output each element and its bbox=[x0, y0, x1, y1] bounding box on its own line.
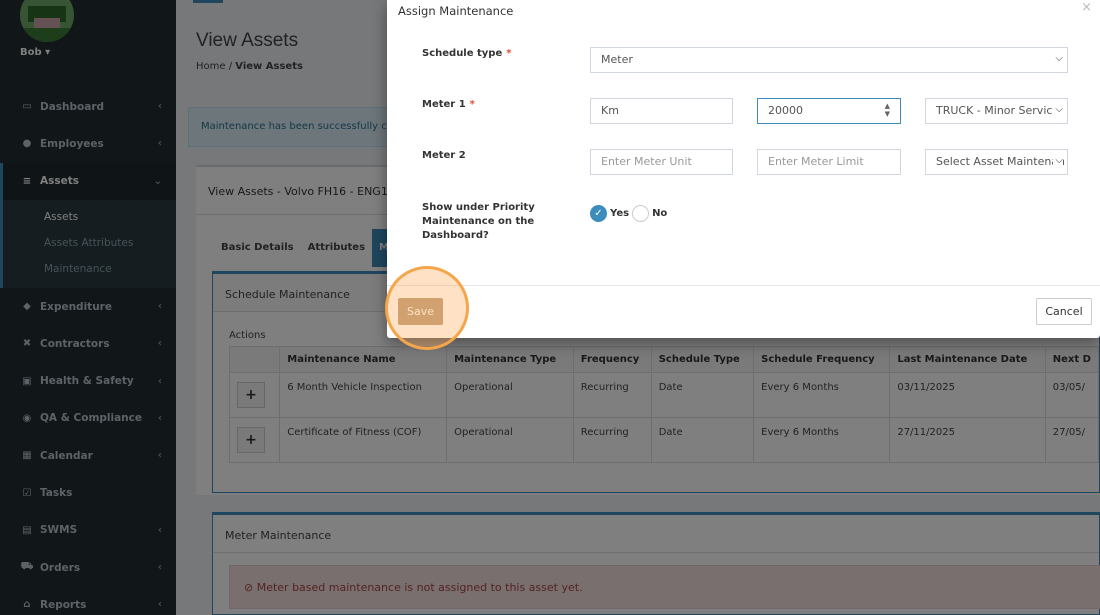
radio-no-label[interactable]: No bbox=[652, 208, 667, 219]
radio-yes[interactable]: ✓ bbox=[590, 205, 607, 222]
meter1-maintenance-select[interactable]: TRUCK - Minor Service ⌵ bbox=[925, 98, 1068, 124]
cancel-button[interactable]: Cancel bbox=[1036, 298, 1092, 325]
meter1-unit-input[interactable]: Km bbox=[590, 98, 733, 124]
spinner-icon[interactable]: ▲ ▼ bbox=[885, 102, 890, 118]
close-icon[interactable]: × bbox=[1081, 0, 1092, 15]
modal-title: Assign Maintenance bbox=[398, 4, 514, 18]
schedule-type-label: Schedule type * bbox=[422, 48, 512, 59]
priority-label: Show under Priority Maintenance on the D… bbox=[422, 202, 535, 241]
schedule-type-select[interactable]: Meter ⌵ bbox=[590, 47, 1068, 73]
radio-yes-label[interactable]: Yes bbox=[610, 208, 629, 219]
meter1-label: Meter 1 * bbox=[422, 99, 475, 110]
required-mark: * bbox=[469, 99, 475, 110]
priority-radio-group: ✓ Yes No bbox=[590, 205, 667, 222]
modal-footer-divider bbox=[387, 285, 1100, 286]
radio-no[interactable] bbox=[632, 205, 650, 222]
chevron-down-icon: ⌵ bbox=[1053, 53, 1063, 64]
meter2-unit-input[interactable]: Enter Meter Unit bbox=[590, 149, 733, 175]
chevron-down-icon: ⌵ bbox=[1053, 155, 1063, 166]
meter1-limit-input[interactable]: 20000 ▲ ▼ bbox=[757, 98, 901, 124]
assign-maintenance-modal: Assign Maintenance × Schedule type * Mete… bbox=[387, 0, 1100, 338]
save-button[interactable]: Save bbox=[398, 298, 443, 325]
meter2-label: Meter 2 bbox=[422, 150, 466, 161]
meter2-maintenance-select[interactable]: Select Asset Maintenan ⌵ bbox=[925, 149, 1068, 175]
required-mark: * bbox=[506, 48, 512, 59]
chevron-down-icon: ⌵ bbox=[1053, 104, 1063, 115]
meter2-limit-input[interactable]: Enter Meter Limit bbox=[757, 149, 901, 175]
